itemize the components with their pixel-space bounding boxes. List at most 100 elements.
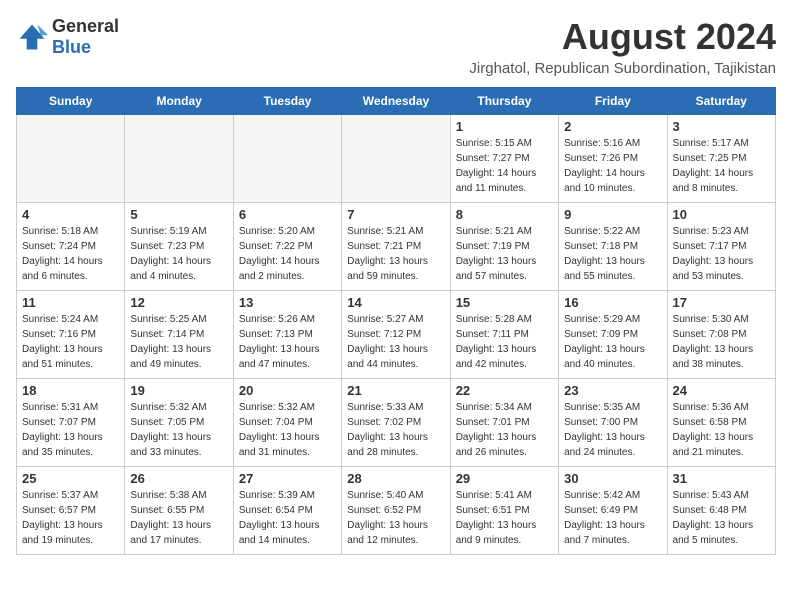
day-info: Sunrise: 5:15 AMSunset: 7:27 PMDaylight:… <box>456 136 553 196</box>
day-number: 28 <box>347 471 444 486</box>
calendar-table: SundayMondayTuesdayWednesdayThursdayFrid… <box>16 87 776 555</box>
day-info: Sunrise: 5:18 AMSunset: 7:24 PMDaylight:… <box>22 224 119 284</box>
day-number: 29 <box>456 471 553 486</box>
day-info: Sunrise: 5:32 AMSunset: 7:05 PMDaylight:… <box>130 400 227 460</box>
day-info: Sunrise: 5:43 AMSunset: 6:48 PMDaylight:… <box>673 488 770 548</box>
day-info: Sunrise: 5:31 AMSunset: 7:07 PMDaylight:… <box>22 400 119 460</box>
calendar-cell: 11Sunrise: 5:24 AMSunset: 7:16 PMDayligh… <box>17 291 125 379</box>
day-number: 7 <box>347 207 444 222</box>
day-number: 17 <box>673 295 770 310</box>
calendar-cell: 26 Sunrise: 5:38 AMSunset: 6:55 PMDayligh… <box>125 467 233 555</box>
calendar-cell: 13 Sunrise: 5:26 AMSunset: 7:13 PMDayligh… <box>233 291 341 379</box>
day-number: 22 <box>456 383 553 398</box>
week-row-3: 11Sunrise: 5:24 AMSunset: 7:16 PMDayligh… <box>17 291 776 379</box>
calendar-cell: 28Sunrise: 5:40 AMSunset: 6:52 PMDayligh… <box>342 467 450 555</box>
week-row-5: 25 Sunrise: 5:37 AMSunset: 6:57 PMDayligh… <box>17 467 776 555</box>
day-info: Sunrise: 5:29 AMSunset: 7:09 PMDaylight:… <box>564 312 661 372</box>
calendar-cell: 9 Sunrise: 5:22 AMSunset: 7:18 PMDaylight… <box>559 203 667 291</box>
header-row: SundayMondayTuesdayWednesdayThursdayFrid… <box>17 88 776 115</box>
day-number: 20 <box>239 383 336 398</box>
header-cell-monday: Monday <box>125 88 233 115</box>
day-info: Sunrise: 5:33 AMSunset: 7:02 PMDaylight:… <box>347 400 444 460</box>
day-info: Sunrise: 5:36 AMSunset: 6:58 PMDaylight:… <box>673 400 770 460</box>
day-info: Sunrise: 5:26 AMSunset: 7:13 PMDaylight:… <box>239 312 336 372</box>
day-number: 14 <box>347 295 444 310</box>
day-number: 26 <box>130 471 227 486</box>
header-cell-thursday: Thursday <box>450 88 558 115</box>
calendar-cell: 30 Sunrise: 5:42 AMSunset: 6:49 PMDayligh… <box>559 467 667 555</box>
day-number: 18 <box>22 383 119 398</box>
day-info: Sunrise: 5:42 AMSunset: 6:49 PMDaylight:… <box>564 488 661 548</box>
week-row-4: 18 Sunrise: 5:31 AMSunset: 7:07 PMDayligh… <box>17 379 776 467</box>
header-cell-sunday: Sunday <box>17 88 125 115</box>
week-row-1: 1 Sunrise: 5:15 AMSunset: 7:27 PMDaylight… <box>17 115 776 203</box>
day-number: 2 <box>564 119 661 134</box>
logo-text-general: General <box>52 16 119 36</box>
calendar-cell: 19 Sunrise: 5:32 AMSunset: 7:05 PMDayligh… <box>125 379 233 467</box>
day-number: 8 <box>456 207 553 222</box>
calendar-cell: 29 Sunrise: 5:41 AMSunset: 6:51 PMDayligh… <box>450 467 558 555</box>
logo: General Blue <box>16 16 119 58</box>
calendar-cell <box>17 115 125 203</box>
day-info: Sunrise: 5:39 AMSunset: 6:54 PMDaylight:… <box>239 488 336 548</box>
calendar-cell: 23Sunrise: 5:35 AMSunset: 7:00 PMDayligh… <box>559 379 667 467</box>
day-info: Sunrise: 5:35 AMSunset: 7:00 PMDaylight:… <box>564 400 661 460</box>
calendar-cell <box>233 115 341 203</box>
calendar-cell: 20 Sunrise: 5:32 AMSunset: 7:04 PMDayligh… <box>233 379 341 467</box>
page-header: General Blue August 2024 Jirghatol, Repu… <box>16 16 776 77</box>
day-info: Sunrise: 5:34 AMSunset: 7:01 PMDaylight:… <box>456 400 553 460</box>
calendar-cell: 4Sunrise: 5:18 AMSunset: 7:24 PMDaylight… <box>17 203 125 291</box>
day-info: Sunrise: 5:24 AMSunset: 7:16 PMDaylight:… <box>22 312 119 372</box>
logo-icon <box>16 21 48 53</box>
day-info: Sunrise: 5:23 AMSunset: 7:17 PMDaylight:… <box>673 224 770 284</box>
day-info: Sunrise: 5:32 AMSunset: 7:04 PMDaylight:… <box>239 400 336 460</box>
day-number: 3 <box>673 119 770 134</box>
calendar-cell: 3 Sunrise: 5:17 AMSunset: 7:25 PMDaylight… <box>667 115 775 203</box>
day-info: Sunrise: 5:21 AMSunset: 7:21 PMDaylight:… <box>347 224 444 284</box>
day-number: 30 <box>564 471 661 486</box>
day-number: 16 <box>564 295 661 310</box>
day-number: 12 <box>130 295 227 310</box>
calendar-cell: 12 Sunrise: 5:25 AMSunset: 7:14 PMDayligh… <box>125 291 233 379</box>
calendar-cell: 14Sunrise: 5:27 AMSunset: 7:12 PMDayligh… <box>342 291 450 379</box>
day-info: Sunrise: 5:37 AMSunset: 6:57 PMDaylight:… <box>22 488 119 548</box>
day-number: 13 <box>239 295 336 310</box>
day-number: 27 <box>239 471 336 486</box>
day-info: Sunrise: 5:28 AMSunset: 7:11 PMDaylight:… <box>456 312 553 372</box>
day-number: 1 <box>456 119 553 134</box>
title-block: August 2024 Jirghatol, Republican Subord… <box>469 16 776 77</box>
calendar-cell: 5Sunrise: 5:19 AMSunset: 7:23 PMDaylight… <box>125 203 233 291</box>
day-info: Sunrise: 5:19 AMSunset: 7:23 PMDaylight:… <box>130 224 227 284</box>
calendar-cell: 21 Sunrise: 5:33 AMSunset: 7:02 PMDayligh… <box>342 379 450 467</box>
day-info: Sunrise: 5:16 AMSunset: 7:26 PMDaylight:… <box>564 136 661 196</box>
day-number: 25 <box>22 471 119 486</box>
day-info: Sunrise: 5:17 AMSunset: 7:25 PMDaylight:… <box>673 136 770 196</box>
header-cell-friday: Friday <box>559 88 667 115</box>
calendar-cell: 25 Sunrise: 5:37 AMSunset: 6:57 PMDayligh… <box>17 467 125 555</box>
calendar-cell: 16 Sunrise: 5:29 AMSunset: 7:09 PMDayligh… <box>559 291 667 379</box>
day-number: 21 <box>347 383 444 398</box>
calendar-cell: 24 Sunrise: 5:36 AMSunset: 6:58 PMDayligh… <box>667 379 775 467</box>
day-number: 10 <box>673 207 770 222</box>
header-cell-tuesday: Tuesday <box>233 88 341 115</box>
header-cell-saturday: Saturday <box>667 88 775 115</box>
calendar-cell <box>125 115 233 203</box>
day-info: Sunrise: 5:25 AMSunset: 7:14 PMDaylight:… <box>130 312 227 372</box>
day-info: Sunrise: 5:20 AMSunset: 7:22 PMDaylight:… <box>239 224 336 284</box>
day-info: Sunrise: 5:30 AMSunset: 7:08 PMDaylight:… <box>673 312 770 372</box>
calendar-cell <box>342 115 450 203</box>
week-row-2: 4Sunrise: 5:18 AMSunset: 7:24 PMDaylight… <box>17 203 776 291</box>
day-number: 19 <box>130 383 227 398</box>
day-number: 9 <box>564 207 661 222</box>
day-number: 31 <box>673 471 770 486</box>
calendar-cell: 10 Sunrise: 5:23 AMSunset: 7:17 PMDayligh… <box>667 203 775 291</box>
day-info: Sunrise: 5:41 AMSunset: 6:51 PMDaylight:… <box>456 488 553 548</box>
calendar-cell: 18 Sunrise: 5:31 AMSunset: 7:07 PMDayligh… <box>17 379 125 467</box>
day-info: Sunrise: 5:22 AMSunset: 7:18 PMDaylight:… <box>564 224 661 284</box>
day-info: Sunrise: 5:38 AMSunset: 6:55 PMDaylight:… <box>130 488 227 548</box>
logo-text-blue: Blue <box>52 37 91 57</box>
subtitle: Jirghatol, Republican Subordination, Taj… <box>469 60 776 77</box>
calendar-cell: 31 Sunrise: 5:43 AMSunset: 6:48 PMDayligh… <box>667 467 775 555</box>
calendar-cell: 15Sunrise: 5:28 AMSunset: 7:11 PMDayligh… <box>450 291 558 379</box>
day-number: 24 <box>673 383 770 398</box>
